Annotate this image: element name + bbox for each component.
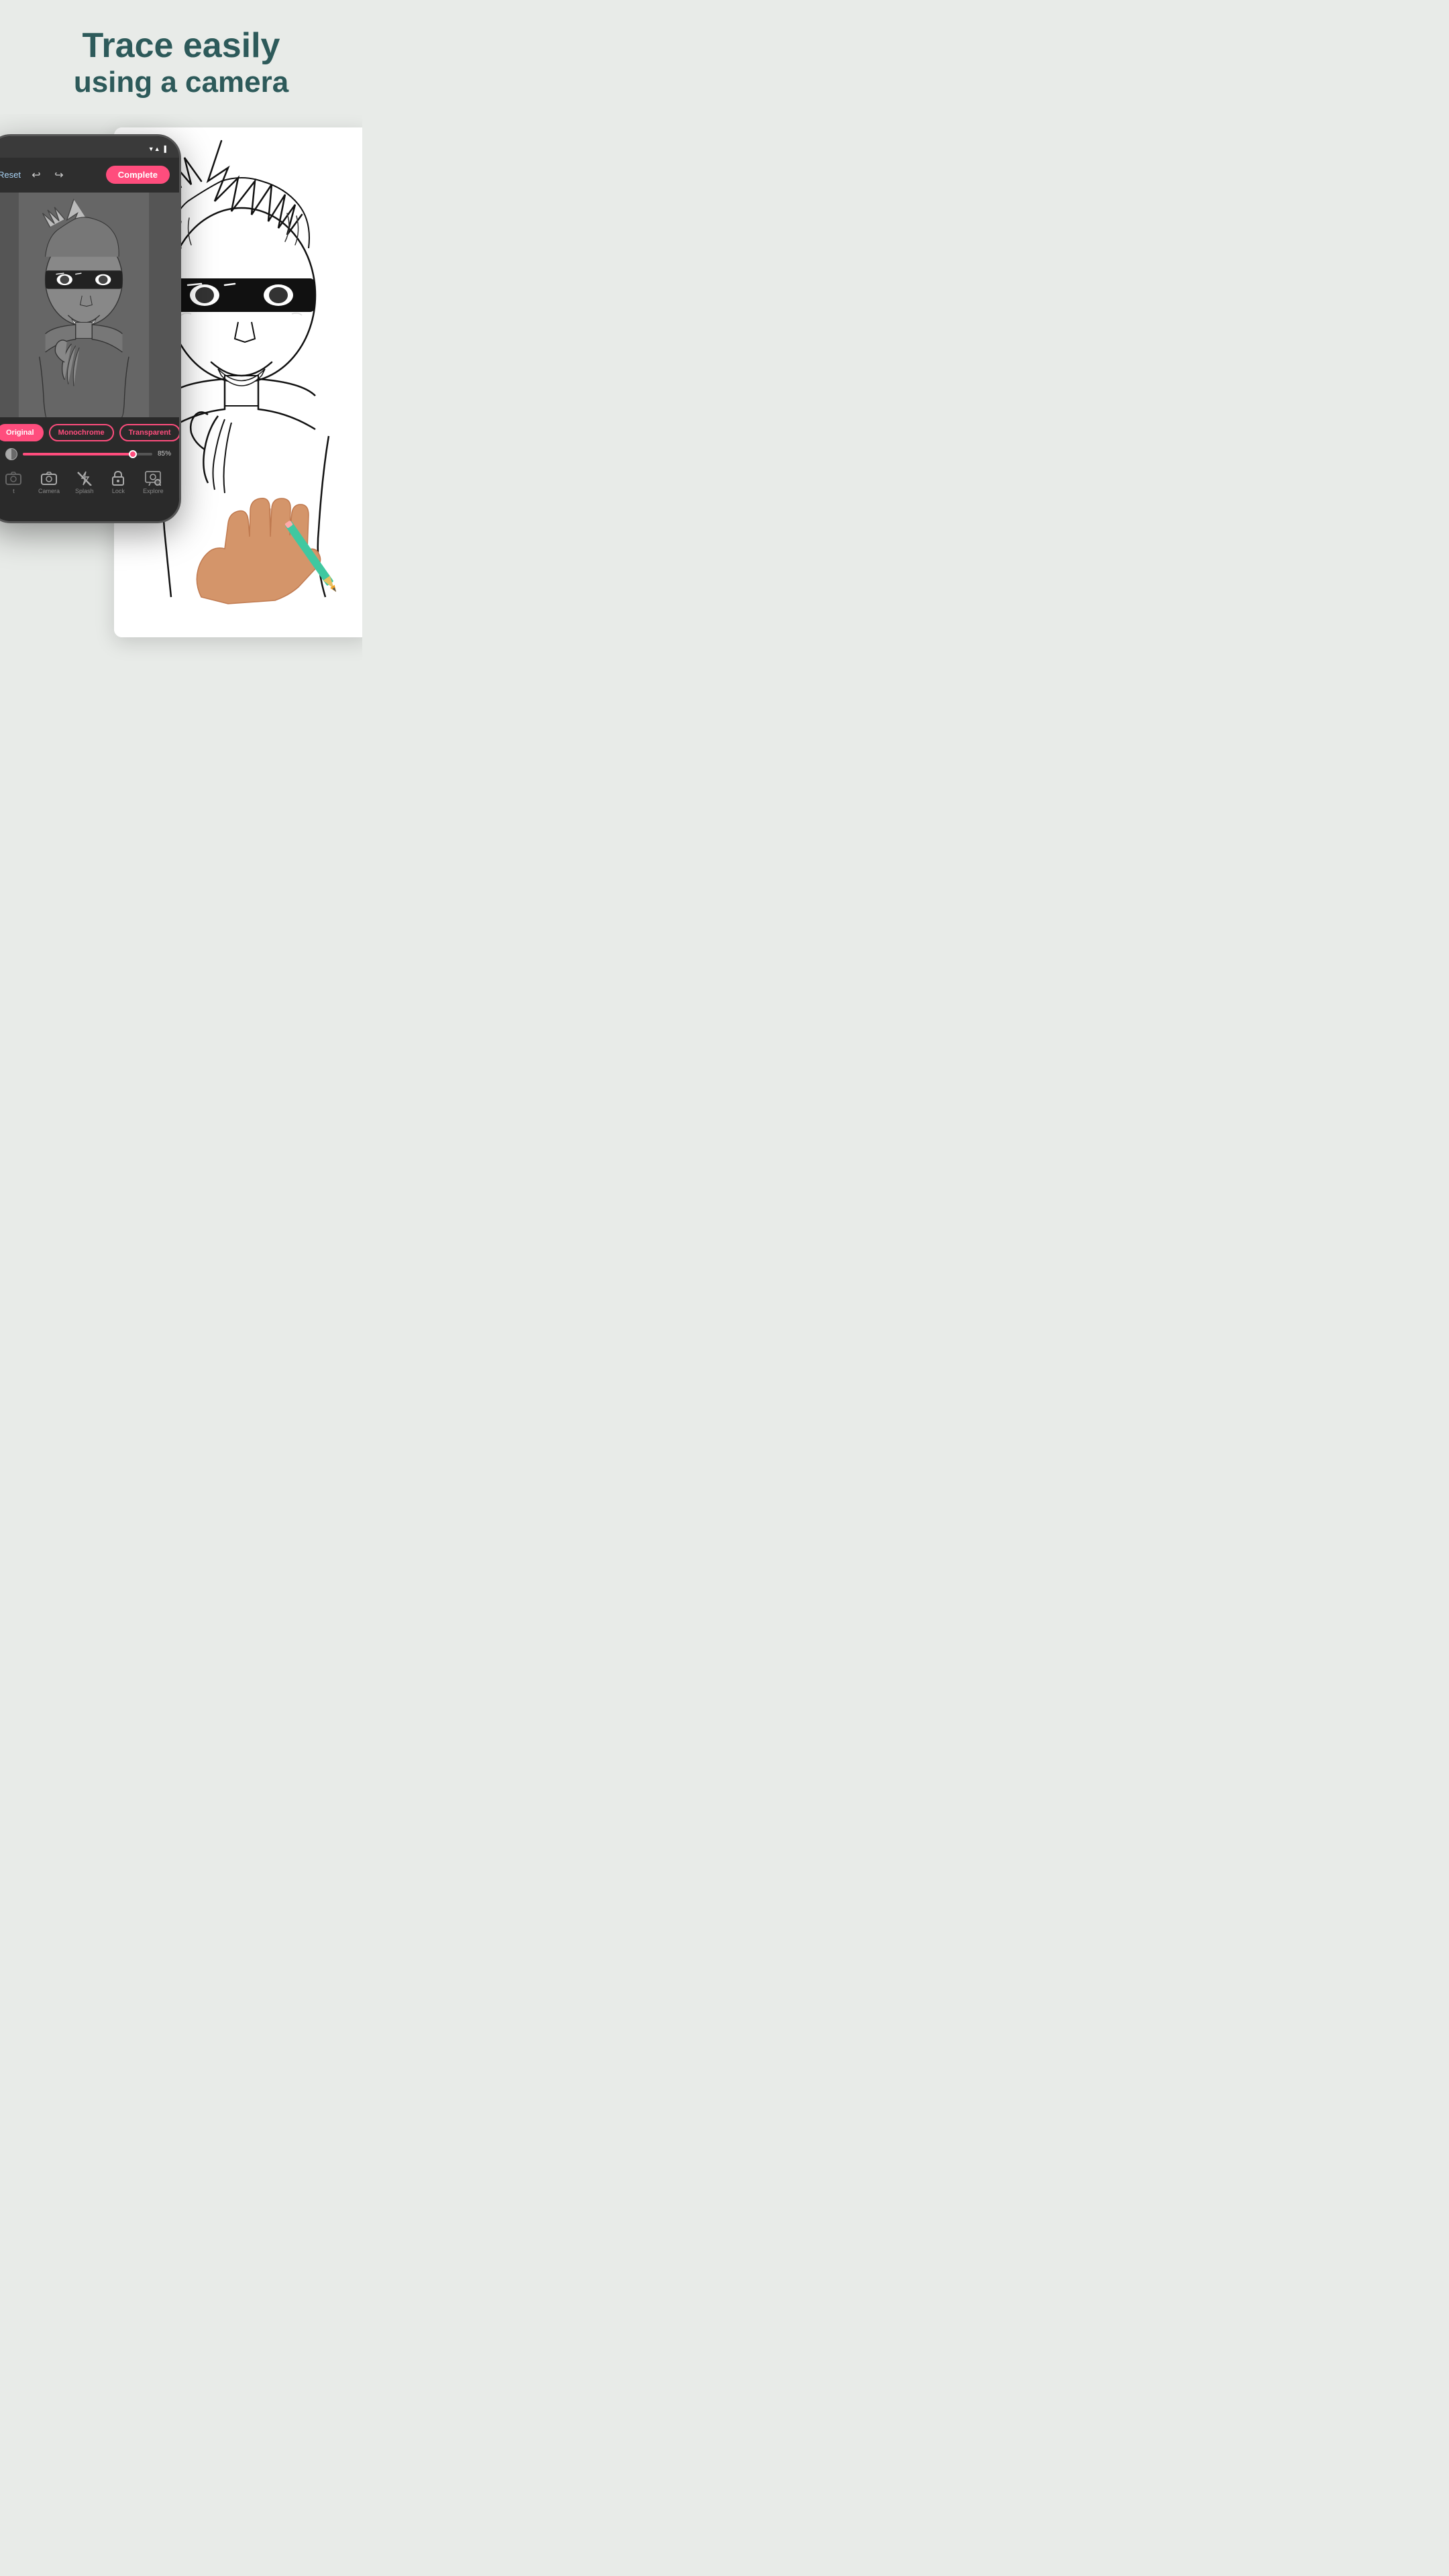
hand-pencil — [181, 476, 356, 610]
opacity-icon — [5, 448, 17, 460]
lock-icon — [109, 471, 127, 486]
filter-tabs: Original Monochrome Transparent — [0, 424, 171, 441]
nav-label-splash: Splash — [75, 488, 94, 494]
nav-item-splash[interactable]: Splash — [75, 471, 94, 494]
camera-icon-left — [4, 471, 23, 486]
status-signal-icon: ▼▲ — [148, 146, 160, 152]
phone-toolbar: Reset ↩ ↪ Complete — [0, 158, 179, 193]
status-bar: ▼▲ ▌ — [0, 136, 179, 158]
filter-monochrome[interactable]: Monochrome — [49, 424, 114, 441]
reset-button[interactable]: Reset — [0, 170, 21, 180]
nav-label-t: t — [13, 488, 15, 494]
nav-label-camera: Camera — [38, 488, 60, 494]
phone-anime-svg — [0, 193, 179, 417]
opacity-value: 85% — [158, 450, 171, 458]
app-container: Trace easily using a camera — [0, 0, 362, 664]
phone-bottom-controls: Original Monochrome Transparent y — [0, 417, 179, 521]
splash-icon — [75, 471, 94, 486]
phone-mockup: ▼▲ ▌ Reset ↩ ↪ Complete — [0, 134, 181, 523]
phone-screen: ▼▲ ▌ Reset ↩ ↪ Complete — [0, 136, 179, 521]
main-content: ▼▲ ▌ Reset ↩ ↪ Complete — [0, 114, 362, 664]
filter-original[interactable]: Original — [0, 424, 44, 441]
redo-button[interactable]: ↪ — [52, 168, 66, 182]
nav-item-explore[interactable]: Explore — [143, 471, 164, 494]
nav-item-t[interactable]: t — [4, 471, 23, 494]
bottom-nav: t Camera — [0, 468, 171, 494]
filter-transparent[interactable]: Transparent — [119, 424, 179, 441]
complete-button[interactable]: Complete — [106, 166, 170, 184]
opacity-slider[interactable] — [23, 453, 152, 455]
hand-pencil-svg — [181, 476, 356, 610]
nav-label-explore: Explore — [143, 488, 164, 494]
explore-icon — [144, 471, 162, 486]
opacity-fill — [23, 453, 133, 455]
nav-label-lock: Lock — [112, 488, 125, 494]
opacity-thumb[interactable] — [129, 450, 137, 458]
headline-line2: using a camera — [13, 65, 349, 101]
phone-image-area — [0, 193, 179, 417]
headline-line1: Trace easily — [13, 27, 349, 65]
header-section: Trace easily using a camera — [0, 0, 362, 114]
camera-icon — [40, 471, 58, 486]
nav-item-lock[interactable]: Lock — [109, 471, 127, 494]
nav-item-camera[interactable]: Camera — [38, 471, 60, 494]
status-battery-icon: ▌ — [164, 146, 168, 152]
undo-button[interactable]: ↩ — [29, 168, 44, 182]
opacity-row: y 85% — [0, 448, 171, 460]
